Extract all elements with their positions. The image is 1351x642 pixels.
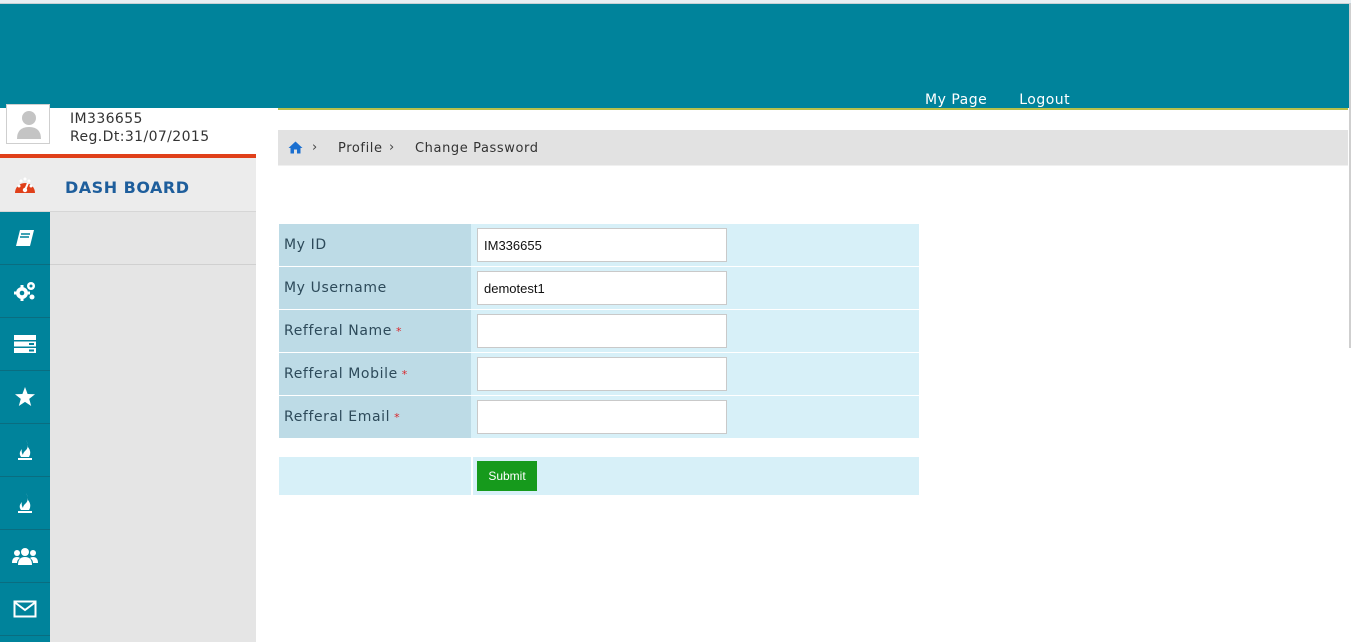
referral-email-label: Refferal Email [284,409,391,425]
header-nav: My Page Logout [925,92,1070,108]
sidebar-item-server[interactable] [0,318,50,371]
header-underline [278,108,1348,110]
avatar [6,104,50,144]
form-row-my-username: My Username [279,267,919,309]
breadcrumb-separator: › [312,140,318,155]
field-label-text: Refferal Email * [284,409,400,425]
submit-row-divider [471,457,473,495]
sidebar-divider [50,264,256,265]
sidebar-item-fire-2[interactable] [0,477,50,530]
my-page-link[interactable]: My Page [925,92,987,108]
profile-panel: IM336655 Reg.Dt:31/07/2015 [0,104,256,154]
form-row-referral-mobile: Refferal Mobile * [279,353,919,395]
referral-name-input[interactable] [477,314,727,348]
users-icon [12,548,38,565]
sidebar-item-settings[interactable] [0,265,50,318]
field-label-text: Refferal Name * [284,323,402,339]
field-label: My Username [279,267,471,309]
field-label-text: My ID [284,237,327,253]
sidebar: IM336655 Reg.Dt:31/07/2015 DASH BOARD [0,104,256,642]
dashboard-gauge-icon [15,177,35,193]
field-label-text: Refferal Mobile * [284,366,408,382]
profile-reg-date: Reg.Dt:31/07/2015 [70,129,210,145]
envelope-icon [13,600,37,618]
breadcrumb: › Profile › Change Password [278,130,1348,166]
form-row-my-id: My ID [279,224,919,266]
referral-name-label: Refferal Name [284,323,392,339]
required-mark: * [401,368,408,381]
referral-mobile-label: Refferal Mobile [284,366,398,382]
book-icon [16,230,34,246]
field-label: Refferal Mobile * [279,353,471,395]
field-label: Refferal Name * [279,310,471,352]
home-icon[interactable] [288,141,303,154]
breadcrumb-profile[interactable]: Profile [338,141,383,156]
field-label-text: My Username [284,280,387,296]
profile-user-id: IM336655 [70,111,143,127]
page: My Page Logout IM336655 Reg.Dt:31/07/201… [0,0,1351,642]
logout-link[interactable]: Logout [1019,92,1070,108]
submit-button[interactable]: Submit [477,461,537,491]
referral-email-input[interactable] [477,400,727,434]
required-mark: * [394,411,401,424]
star-icon [15,387,35,406]
gears-icon [14,282,35,301]
required-mark: * [395,325,403,338]
form-row-submit: Submit [279,457,919,495]
sidebar-item-dashboard[interactable]: DASH BOARD [0,158,256,212]
user-icon [17,111,41,139]
sidebar-item-mail[interactable] [0,583,50,636]
my-username-input[interactable] [477,271,727,305]
sidebar-item-users[interactable] [0,530,50,583]
sidebar-item-star[interactable] [0,371,50,424]
server-icon [14,335,36,353]
form-row-referral-name: Refferal Name * [279,310,919,352]
fire-icon [18,493,32,513]
my-id-input[interactable] [477,228,727,262]
sidebar-icon-column [0,212,50,642]
fire-icon [18,440,32,460]
sidebar-item-fire-1[interactable] [0,424,50,477]
form-row-referral-email: Refferal Email * [279,396,919,438]
header-bar: My Page Logout [0,4,1349,108]
field-label: Refferal Email * [279,396,471,438]
sidebar-item-book[interactable] [0,212,50,265]
breadcrumb-current: Change Password [415,141,539,156]
field-label: My ID [279,224,471,266]
referral-mobile-input[interactable] [477,357,727,391]
breadcrumb-separator: › [389,140,395,155]
dashboard-label: DASH BOARD [65,178,190,197]
